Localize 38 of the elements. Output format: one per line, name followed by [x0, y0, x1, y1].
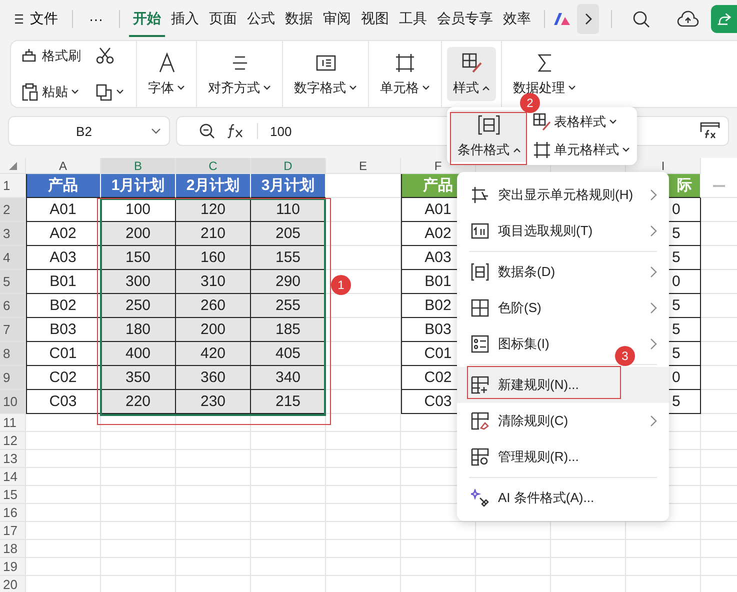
table-cell: 205: [251, 222, 326, 246]
table-cell: 360: [176, 366, 251, 390]
table-cell: A03: [26, 246, 101, 270]
table-cell: C03: [26, 390, 101, 414]
table-header-cell: 1月计划: [101, 174, 176, 198]
table-cell: 180: [101, 318, 176, 342]
table-cell: 200: [101, 222, 176, 246]
table-cell: 255: [251, 294, 326, 318]
table-cell: 200: [176, 318, 251, 342]
table-cell: 160: [176, 246, 251, 270]
table-cell: 220: [101, 390, 176, 414]
table-cell: 405: [251, 342, 326, 366]
table-cell: 310: [176, 270, 251, 294]
table-cell: 155: [251, 246, 326, 270]
table-cell: 290: [251, 270, 326, 294]
table-header-cell: 2月计划: [176, 174, 251, 198]
table-cell: 350: [101, 366, 176, 390]
table-cell: 400: [101, 342, 176, 366]
table-cell: 215: [251, 390, 326, 414]
table-header-cell: 产品: [26, 174, 101, 198]
table-cell: 120: [176, 198, 251, 222]
table-cell: B02: [26, 294, 101, 318]
table-cell: 420: [176, 342, 251, 366]
table-cell: C01: [26, 342, 101, 366]
table-header-cell: 3月计划: [251, 174, 326, 198]
table-cell: B03: [26, 318, 101, 342]
table-cell: 210: [176, 222, 251, 246]
table-cell: 250: [101, 294, 176, 318]
table-cell: 185: [251, 318, 326, 342]
table-cell: A02: [26, 222, 101, 246]
table-cell: 230: [176, 390, 251, 414]
table-cell: 340: [251, 366, 326, 390]
table-cell: A01: [26, 198, 101, 222]
table-cell: 150: [101, 246, 176, 270]
table-cell: C02: [26, 366, 101, 390]
table-cell: B01: [26, 270, 101, 294]
table-cell: 260: [176, 294, 251, 318]
table-cell: 300: [101, 270, 176, 294]
